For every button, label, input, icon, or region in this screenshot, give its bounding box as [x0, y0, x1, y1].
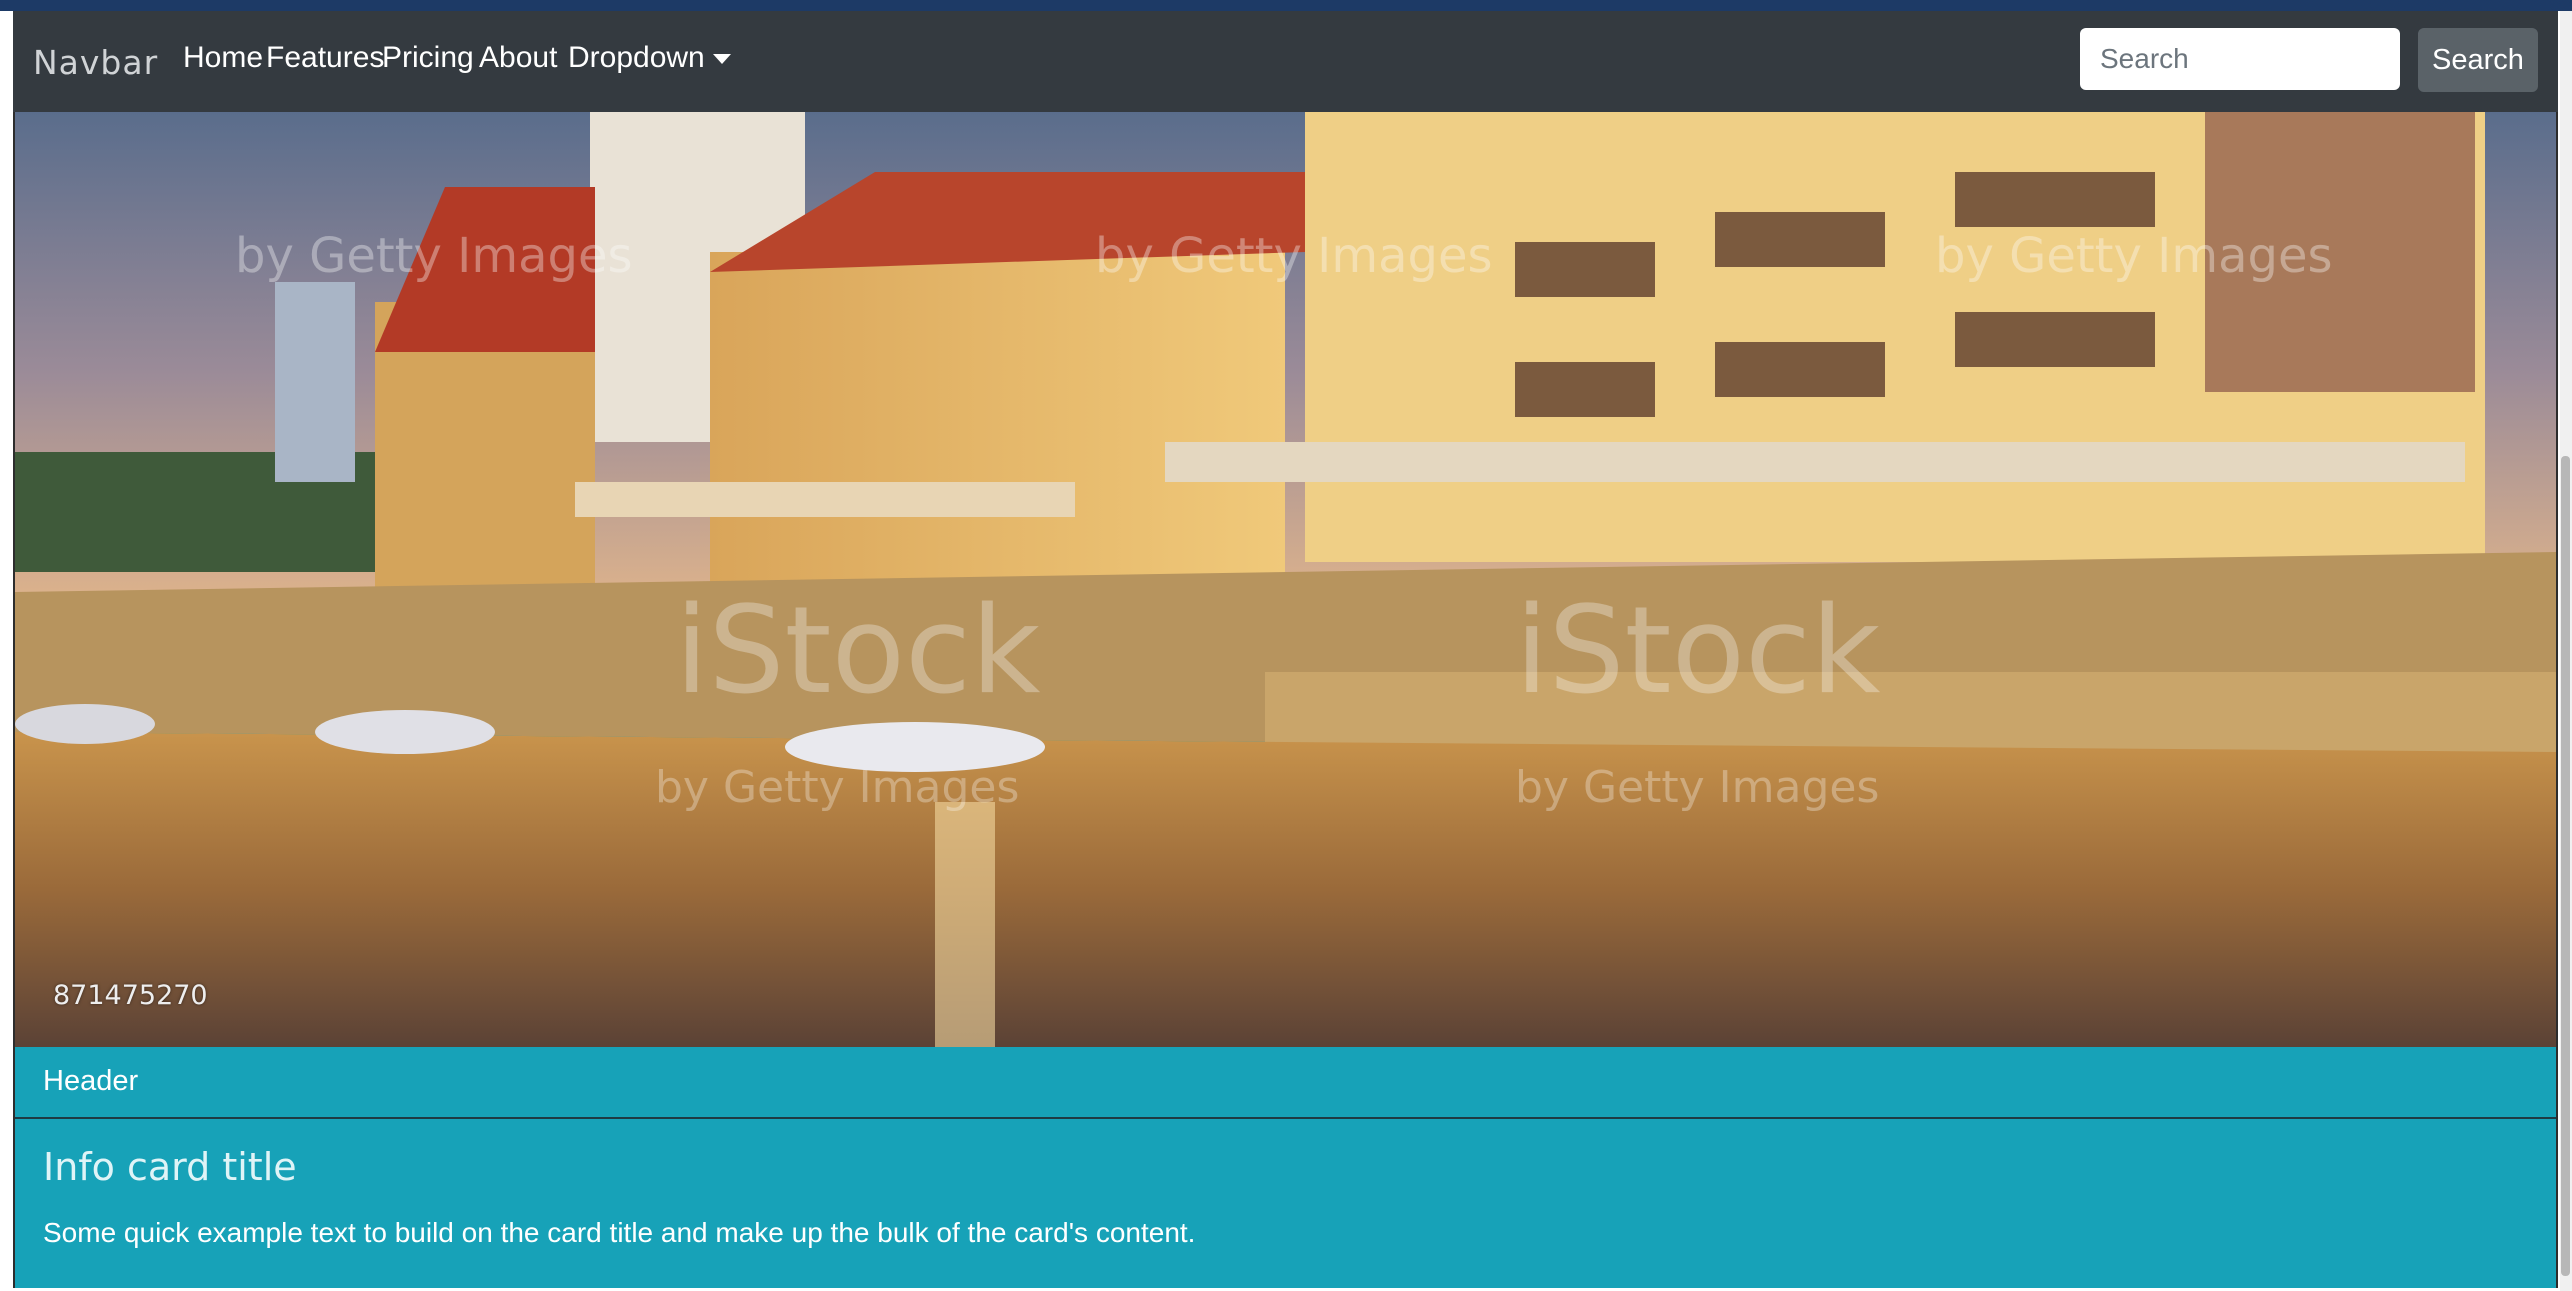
watermark-text: by Getty Images: [235, 228, 633, 284]
card-title: Info card title: [43, 1145, 297, 1189]
watermark-text: by Getty Images: [1515, 762, 1879, 813]
page: Navbar Home Features Pricing About Dropd…: [0, 11, 2572, 1291]
card-text: Some quick example text to build on the …: [43, 1217, 1196, 1248]
watermark-text: by Getty Images: [1095, 228, 1493, 284]
nav-link-features[interactable]: Features: [266, 41, 384, 75]
nav-link-home[interactable]: Home: [183, 41, 263, 75]
watermark-text: by Getty Images: [655, 762, 1019, 813]
nav-dropdown-label: Dropdown: [568, 41, 705, 74]
navbar: Navbar Home Features Pricing About Dropd…: [13, 11, 2558, 112]
watermark-text: iStock: [675, 582, 1041, 721]
nav-link-pricing[interactable]: Pricing: [382, 41, 474, 75]
card-header-label: Header: [43, 1065, 139, 1097]
window-top-border: [0, 0, 2572, 11]
search-input[interactable]: [2080, 28, 2400, 90]
card-body: Info card title Some quick example text …: [15, 1119, 2556, 1288]
caret-down-icon: [712, 54, 731, 65]
nav-dropdown[interactable]: Dropdown: [568, 41, 731, 75]
info-card: by Getty Images by Getty Images by Getty…: [13, 112, 2558, 1288]
watermark-text: by Getty Images: [1935, 228, 2333, 284]
navbar-brand[interactable]: Navbar: [33, 43, 158, 82]
nav-link-about[interactable]: About: [479, 41, 557, 75]
image-id-label: 871475270: [53, 980, 208, 1011]
search-button[interactable]: Search: [2418, 28, 2538, 92]
watermark-text: iStock: [1515, 582, 1881, 721]
card-header: Header: [15, 1047, 2556, 1119]
scrollbar-thumb[interactable]: [2561, 456, 2570, 1276]
card-image: by Getty Images by Getty Images by Getty…: [15, 112, 2556, 1047]
harbor-photo: by Getty Images by Getty Images by Getty…: [15, 112, 2556, 1047]
